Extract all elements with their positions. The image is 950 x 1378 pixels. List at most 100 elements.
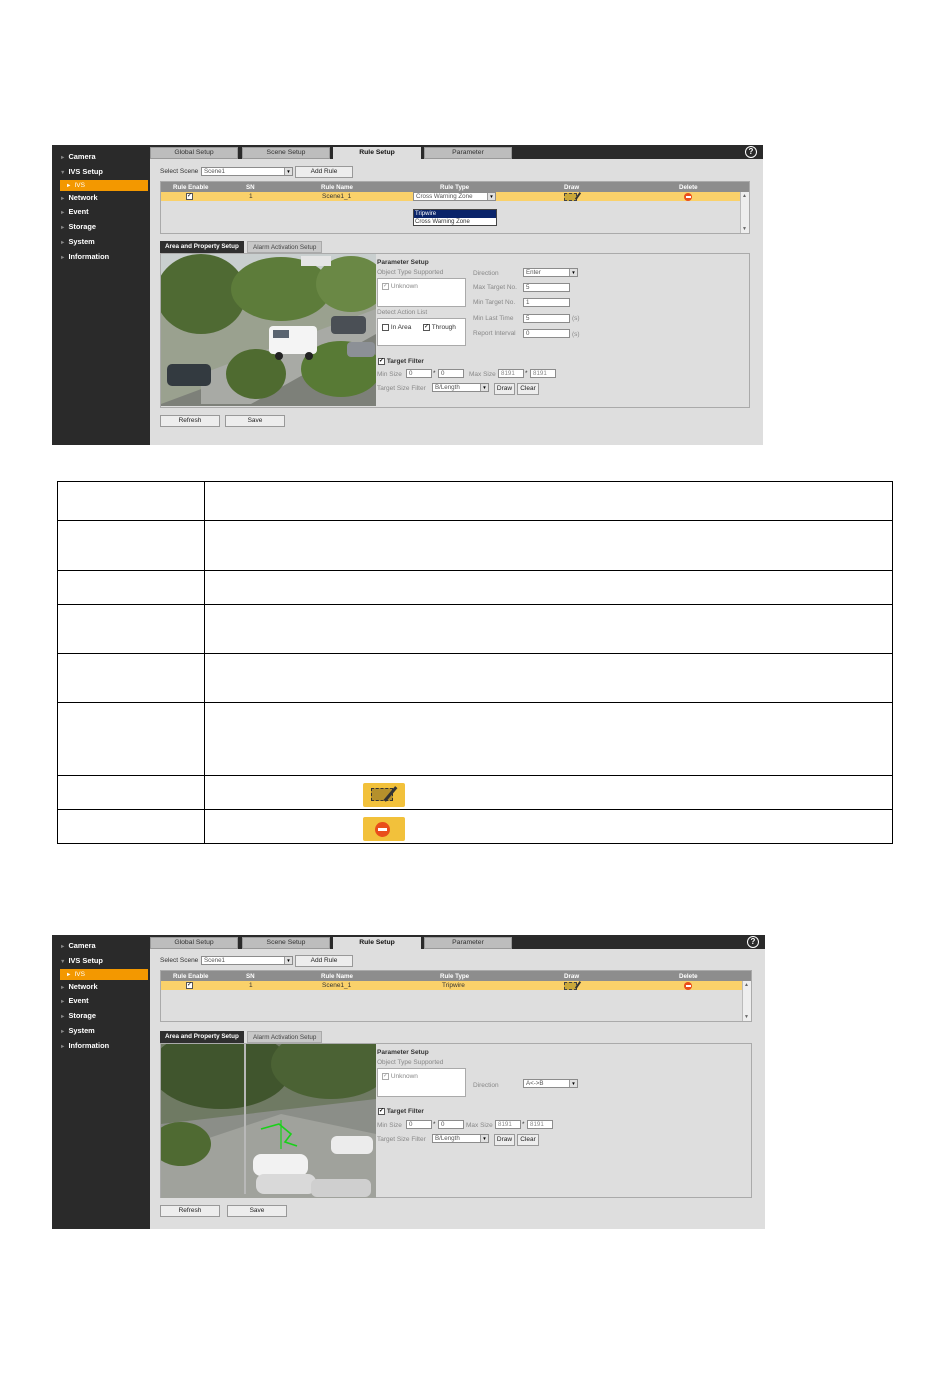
rule-type-select[interactable]: Cross Warning Zone ▼: [413, 192, 496, 201]
subtab-area-property[interactable]: Area and Property Setup: [160, 241, 244, 253]
add-rule-button[interactable]: Add Rule: [295, 955, 353, 967]
subtab-area-property[interactable]: Area and Property Setup: [160, 1031, 244, 1043]
min-target-input[interactable]: 1: [523, 298, 570, 307]
select-scene-label: Select Scene: [160, 168, 199, 175]
object-type-label: Object Type Supported: [377, 1059, 444, 1066]
subtab-alarm-activation[interactable]: Alarm Activation Setup: [247, 1031, 323, 1043]
target-size-filter-select[interactable]: B/Length ▼: [432, 383, 489, 392]
tab-global-setup[interactable]: Global Setup: [150, 147, 238, 159]
unknown-checkbox[interactable]: ✓: [382, 283, 389, 290]
rule-setup-screenshot-tripwire: ► Camera ▼ IVS Setup ► IVS ► Network ► Event …: [52, 935, 765, 1229]
row-sn: 1: [249, 982, 253, 989]
max-size-height-input[interactable]: 8191: [530, 369, 556, 378]
sidebar-item-ivs[interactable]: ► IVS: [60, 179, 148, 191]
delete-rule-icon[interactable]: [684, 193, 692, 201]
sidebar-item-system[interactable]: ► System: [52, 1024, 150, 1039]
question-circle-icon[interactable]: ?: [745, 146, 757, 158]
min-size-height-input[interactable]: 0: [438, 369, 464, 378]
chevron-down-icon: ▼: [487, 193, 495, 200]
direction-label: Direction: [473, 270, 499, 277]
sidebar-item-ivs-setup[interactable]: ▼ IVS Setup: [52, 165, 150, 180]
col-draw: Draw: [564, 184, 580, 191]
tab-parameter[interactable]: Parameter: [424, 147, 512, 159]
sidebar-item-network[interactable]: ► Network: [52, 980, 150, 995]
report-interval-input[interactable]: 0: [523, 329, 570, 338]
through-checkbox[interactable]: ✓: [423, 324, 430, 331]
table-row: [57, 653, 893, 703]
refresh-button[interactable]: Refresh: [160, 415, 220, 427]
draw-button[interactable]: Draw: [494, 383, 515, 395]
tab-global-setup[interactable]: Global Setup: [150, 937, 238, 949]
sidebar-item-system[interactable]: ► System: [52, 235, 150, 250]
rule-table-scrollbar[interactable]: [740, 192, 749, 233]
option-tripwire[interactable]: Tripwire: [414, 210, 496, 218]
table-row[interactable]: ✓ 1 Scene1_1 Tripwire: [161, 981, 742, 990]
col-delete: Delete: [679, 184, 698, 191]
col-delete: Delete: [679, 973, 698, 980]
min-last-time-input[interactable]: 5: [523, 314, 570, 323]
camera-video-view[interactable]: [161, 1044, 376, 1198]
target-filter-checkbox[interactable]: ✓: [378, 358, 385, 365]
rule-enable-checkbox[interactable]: ✓: [186, 982, 193, 989]
sidebar-item-storage[interactable]: ► Storage: [52, 1009, 150, 1024]
scene-select[interactable]: Scene1 ▼: [201, 956, 293, 965]
tab-rule-setup[interactable]: Rule Setup: [333, 937, 421, 949]
max-size-height-input[interactable]: 8191: [527, 1120, 553, 1129]
area-property-panel: Parameter Setup Object Type Supported ✓ …: [160, 253, 750, 408]
save-button[interactable]: Save: [225, 415, 285, 427]
sidebar-item-camera[interactable]: ► Camera: [52, 150, 150, 165]
direction-select[interactable]: Enter ▼: [523, 268, 578, 277]
sidebar-item-network[interactable]: ► Network: [52, 191, 150, 206]
camera-video-view[interactable]: [161, 254, 376, 406]
min-size-height-input[interactable]: 0: [438, 1120, 464, 1129]
clear-button[interactable]: Clear: [517, 1134, 539, 1146]
target-filter-checkbox[interactable]: ✓: [378, 1108, 385, 1115]
max-target-input[interactable]: 5: [523, 283, 570, 292]
tab-scene-setup[interactable]: Scene Setup: [242, 147, 330, 159]
chevron-down-icon: ▼: [284, 957, 292, 964]
delete-rule-icon[interactable]: [684, 982, 692, 990]
max-size-width-input[interactable]: 8191: [495, 1120, 521, 1129]
refresh-button[interactable]: Refresh: [160, 1205, 220, 1217]
table-row-delete: [57, 809, 893, 844]
max-size-width-input[interactable]: 8191: [498, 369, 524, 378]
min-size-width-input[interactable]: 0: [406, 1120, 432, 1129]
table-row: [57, 520, 893, 571]
subtab-alarm-activation[interactable]: Alarm Activation Setup: [247, 241, 323, 253]
tab-rule-setup[interactable]: Rule Setup: [333, 147, 421, 159]
draw-button[interactable]: Draw: [494, 1134, 515, 1146]
direction-select[interactable]: A<->B ▼: [523, 1079, 578, 1088]
clear-button[interactable]: Clear: [517, 383, 539, 395]
sidebar-item-camera[interactable]: ► Camera: [52, 939, 150, 954]
add-rule-button[interactable]: Add Rule: [295, 166, 353, 178]
sidebar-item-ivs-setup[interactable]: ▼ IVS Setup: [52, 954, 150, 969]
save-button[interactable]: Save: [227, 1205, 287, 1217]
draw-rule-icon[interactable]: [564, 193, 577, 201]
question-circle-icon[interactable]: ?: [747, 936, 759, 948]
rule-enable-checkbox[interactable]: ✓: [186, 193, 193, 200]
min-size-width-input[interactable]: 0: [406, 369, 432, 378]
scene-select[interactable]: Scene1 ▼: [201, 167, 293, 176]
tab-parameter[interactable]: Parameter: [424, 937, 512, 949]
in-area-checkbox[interactable]: [382, 324, 389, 331]
max-size-label: Max Size: [466, 1122, 493, 1129]
sidebar-item-storage[interactable]: ► Storage: [52, 220, 150, 235]
unknown-checkbox[interactable]: ✓: [382, 1073, 389, 1080]
tab-scene-setup[interactable]: Scene Setup: [242, 937, 330, 949]
direction-label: Direction: [473, 1082, 499, 1089]
table-row[interactable]: ✓ 1 Scene1_1 Cross Warning Zone ▼: [161, 192, 740, 201]
target-size-filter-select[interactable]: B/Length ▼: [432, 1134, 489, 1143]
target-size-filter-label: Target Size Filter: [377, 1136, 426, 1143]
draw-rule-icon[interactable]: [564, 982, 577, 990]
sidebar-item-information[interactable]: ► Information: [52, 250, 150, 265]
sidebar-item-event[interactable]: ► Event: [52, 994, 150, 1009]
sidebar-item-ivs[interactable]: ► IVS: [60, 968, 148, 980]
min-last-time-unit: (s): [572, 315, 580, 322]
option-cross-warning-zone[interactable]: Cross Warning Zone: [414, 218, 496, 226]
rule-table-scrollbar[interactable]: [742, 981, 751, 1021]
rule-table: Rule Enable SN Rule Name Rule Type Draw …: [160, 970, 752, 1022]
row-rule-type[interactable]: Tripwire: [442, 982, 465, 989]
sidebar-item-information[interactable]: ► Information: [52, 1039, 150, 1054]
sidebar-item-event[interactable]: ► Event: [52, 205, 150, 220]
in-area-label: In Area: [390, 324, 412, 332]
